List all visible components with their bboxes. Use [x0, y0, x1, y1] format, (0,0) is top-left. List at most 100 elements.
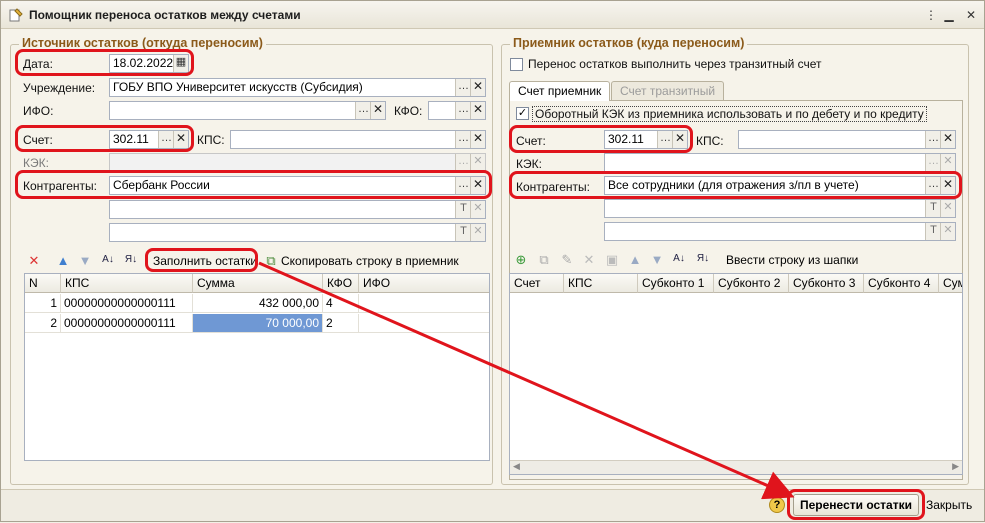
table-cell[interactable] — [359, 314, 489, 333]
col-header-subconto-4[interactable]: Субконто 4 — [864, 274, 939, 293]
ellipsis-icon[interactable]: … — [455, 131, 471, 148]
col-header-ifo[interactable]: ИФО — [359, 274, 489, 293]
clear-icon[interactable]: ✕ — [940, 223, 955, 240]
col-header-subconto-1[interactable]: Субконто 1 — [638, 274, 714, 293]
tab-transit-account[interactable]: Счет транзитный — [611, 81, 725, 101]
clear-icon[interactable]: ✕ — [940, 154, 955, 171]
col-header-sum[interactable]: Сум — [939, 274, 962, 293]
help-icon[interactable]: ? — [769, 497, 785, 513]
tab-target-account[interactable]: Счет приемник — [509, 81, 611, 101]
source-table[interactable]: N КПС Сумма КФО ИФО 1 00000000000000111 … — [24, 273, 490, 461]
table-row[interactable]: 2 — [25, 314, 61, 333]
ellipsis-icon[interactable]: … — [455, 177, 471, 194]
ellipsis-icon[interactable]: … — [355, 102, 371, 119]
horizontal-scrollbar[interactable]: ◀ ▶ — [510, 460, 962, 474]
target-counterparty-field[interactable]: Все сотрудники (для отражения з/пл в уче… — [604, 176, 956, 195]
copy-row-icon[interactable]: ⧉ — [263, 253, 279, 269]
menu-icon[interactable]: ⋮ — [923, 7, 939, 23]
clear-icon[interactable]: ✕ — [173, 131, 188, 148]
col-header-account[interactable]: Счет — [510, 274, 564, 293]
move-up-icon[interactable]: ▲ — [55, 253, 71, 269]
source-date-field[interactable]: 18.02.2022 ▦ — [109, 54, 189, 73]
source-counterparty-field[interactable]: Сбербанк России … ✕ — [109, 176, 486, 195]
move-down-icon[interactable]: ▼ — [649, 252, 665, 268]
table-row[interactable]: 1 — [25, 294, 61, 313]
target-account-field[interactable]: 302.11 … ✕ — [604, 130, 688, 149]
table-cell-selected[interactable]: 70 000,00 — [193, 314, 323, 333]
clear-icon[interactable]: ✕ — [470, 131, 485, 148]
target-subconto-field-3[interactable]: T ✕ — [604, 222, 956, 241]
enter-row-from-header-button[interactable]: Ввести строку из шапки — [726, 253, 858, 267]
copy-row-button[interactable]: Скопировать строку в приемник — [281, 254, 459, 268]
clear-icon[interactable]: ✕ — [470, 79, 485, 96]
transit-checkbox[interactable] — [510, 58, 523, 71]
table-cell[interactable]: 2 — [323, 314, 359, 333]
text-type-icon[interactable]: T — [455, 201, 471, 218]
delete-icon[interactable]: ✕ — [581, 252, 597, 268]
target-subconto-field-2[interactable]: T ✕ — [604, 199, 956, 218]
transfer-balances-button[interactable]: Перенести остатки — [793, 494, 919, 516]
source-subconto-field-2[interactable]: T ✕ — [109, 200, 486, 219]
calendar-icon[interactable]: ▦ — [173, 55, 188, 72]
col-header-sum[interactable]: Сумма — [193, 274, 323, 293]
source-institution-field[interactable]: ГОБУ ВПО Университет искусств (Субсидия)… — [109, 78, 486, 97]
sort-desc-icon[interactable]: Я↓ — [123, 252, 139, 268]
scroll-right-icon[interactable]: ▶ — [952, 461, 959, 472]
source-account-field[interactable]: 302.11 … ✕ — [109, 130, 189, 149]
table-cell[interactable]: 00000000000000111 — [61, 294, 193, 313]
col-header-kfo[interactable]: КФО — [323, 274, 359, 293]
table-cell[interactable]: 4 — [323, 294, 359, 313]
clear-icon[interactable]: ✕ — [940, 177, 955, 194]
ellipsis-icon[interactable]: … — [925, 154, 941, 171]
table-cell[interactable]: 00000000000000111 — [61, 314, 193, 333]
clear-icon[interactable]: ✕ — [940, 131, 955, 148]
move-up-icon[interactable]: ▲ — [627, 252, 643, 268]
clear-icon[interactable]: ✕ — [940, 200, 955, 217]
col-header-kps[interactable]: КПС — [61, 274, 193, 293]
text-type-icon[interactable]: T — [925, 200, 941, 217]
text-type-icon[interactable]: T — [455, 224, 471, 241]
add-row-icon[interactable]: ⊕ — [513, 252, 529, 268]
ellipsis-icon[interactable]: … — [455, 102, 471, 119]
source-kps-field[interactable]: … ✕ — [230, 130, 486, 149]
minimize-icon[interactable]: ▁ — [941, 7, 957, 23]
target-kek-field[interactable]: … ✕ — [604, 153, 956, 172]
sort-asc-icon[interactable]: А↓ — [100, 252, 116, 268]
edit-icon[interactable]: ✎ — [559, 252, 575, 268]
kek-checkbox[interactable]: ✓ — [516, 107, 529, 120]
source-ifo-field[interactable]: … ✕ — [109, 101, 386, 120]
target-kps-field[interactable]: … ✕ — [738, 130, 956, 149]
sort-desc-icon[interactable]: Я↓ — [695, 251, 711, 267]
col-header-n[interactable]: N — [25, 274, 61, 293]
delete-icon[interactable]: ✕ — [26, 253, 42, 269]
save-icon[interactable]: ▣ — [604, 252, 620, 268]
table-cell[interactable]: 432 000,00 — [193, 294, 323, 313]
ellipsis-icon[interactable]: … — [925, 131, 941, 148]
col-header-subconto-3[interactable]: Субконто 3 — [789, 274, 864, 293]
clear-icon[interactable]: ✕ — [370, 102, 385, 119]
clear-icon[interactable]: ✕ — [470, 177, 485, 194]
clear-icon[interactable]: ✕ — [672, 131, 687, 148]
sort-asc-icon[interactable]: А↓ — [671, 251, 687, 267]
source-kfo-label: КФО: — [394, 104, 423, 118]
move-down-icon[interactable]: ▼ — [77, 253, 93, 269]
source-subconto-field-3[interactable]: T ✕ — [109, 223, 486, 242]
copy-icon[interactable]: ⧉ — [536, 252, 552, 268]
source-kfo-field[interactable]: … ✕ — [428, 101, 486, 120]
text-type-icon[interactable]: T — [925, 223, 941, 240]
ellipsis-icon[interactable]: … — [455, 79, 471, 96]
close-icon[interactable]: ✕ — [963, 7, 979, 23]
fill-balances-button[interactable]: Заполнить остатки — [153, 254, 257, 268]
clear-icon[interactable]: ✕ — [470, 102, 485, 119]
col-header-kps[interactable]: КПС — [564, 274, 638, 293]
scroll-left-icon[interactable]: ◀ — [513, 461, 520, 472]
table-cell[interactable] — [359, 294, 489, 313]
clear-icon[interactable]: ✕ — [470, 201, 485, 218]
ellipsis-icon[interactable]: … — [657, 131, 673, 148]
clear-icon[interactable]: ✕ — [470, 224, 485, 241]
ellipsis-icon[interactable]: … — [925, 177, 941, 194]
ellipsis-icon[interactable]: … — [158, 131, 174, 148]
col-header-subconto-2[interactable]: Субконто 2 — [714, 274, 789, 293]
close-button[interactable]: Закрыть — [926, 498, 972, 512]
target-table[interactable]: Счет КПС Субконто 1 Субконто 2 Субконто … — [509, 273, 963, 475]
